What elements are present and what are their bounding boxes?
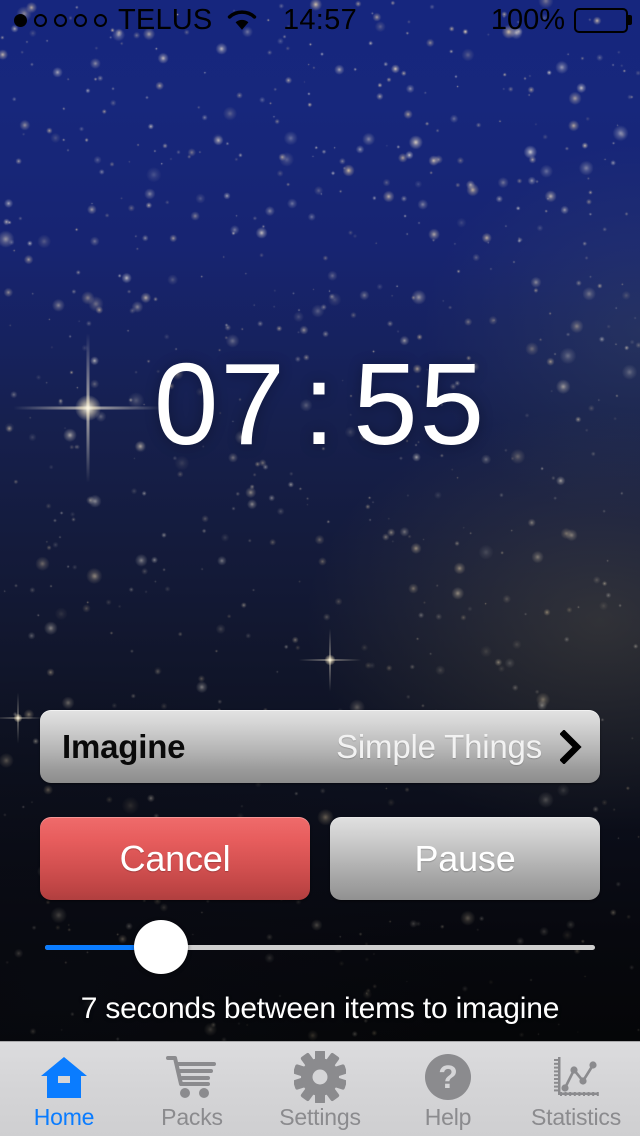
tab-label: Statistics <box>530 1104 622 1130</box>
line-chart-icon <box>550 1051 602 1103</box>
imagine-label: Imagine <box>62 727 186 765</box>
imagine-pack-selector[interactable]: Imagine Simple Things <box>40 710 600 783</box>
tab-label: Help <box>424 1104 472 1130</box>
pause-button[interactable]: Pause <box>330 817 600 900</box>
countdown-timer: 07:55 <box>0 346 640 462</box>
timer-seconds: 55 <box>353 339 487 469</box>
status-bar-right: 100% <box>490 0 632 40</box>
question-mark-circle-icon: ? <box>423 1051 473 1103</box>
gear-icon <box>294 1051 346 1103</box>
status-bar: TELUS 14:57 100% <box>0 0 640 40</box>
slider-caption: 7 seconds between items to imagine <box>80 992 560 1025</box>
tab-statistics[interactable]: Statistics <box>512 1042 640 1136</box>
tab-label: Packs <box>161 1104 223 1130</box>
tab-packs[interactable]: Packs <box>128 1042 256 1136</box>
chevron-right-icon <box>559 728 582 765</box>
interval-slider[interactable] <box>45 920 595 974</box>
timer-minutes: 07 <box>153 339 287 469</box>
timer-separator: : <box>302 339 338 469</box>
shopping-cart-icon <box>166 1051 218 1103</box>
battery-full-icon <box>574 7 632 33</box>
tab-home[interactable]: Home <box>0 1042 128 1136</box>
battery-percent-label: 100% <box>490 3 565 36</box>
imagine-selected-pack: Simple Things <box>336 727 542 765</box>
app-root: TELUS 14:57 100% 07:55 Imagine Simple Th… <box>0 0 640 1136</box>
action-button-row: Cancel Pause <box>40 817 600 900</box>
svg-text:?: ? <box>438 1059 458 1095</box>
cancel-button[interactable]: Cancel <box>40 817 310 900</box>
tab-label: Home <box>33 1104 95 1130</box>
tab-settings[interactable]: Settings <box>256 1042 384 1136</box>
tab-label: Settings <box>279 1104 361 1130</box>
slider-thumb[interactable] <box>133 920 188 974</box>
house-icon <box>39 1051 89 1103</box>
tab-bar: Home Packs Settings ? Help Statistics <box>0 1041 640 1136</box>
tab-help[interactable]: ? Help <box>384 1042 512 1136</box>
